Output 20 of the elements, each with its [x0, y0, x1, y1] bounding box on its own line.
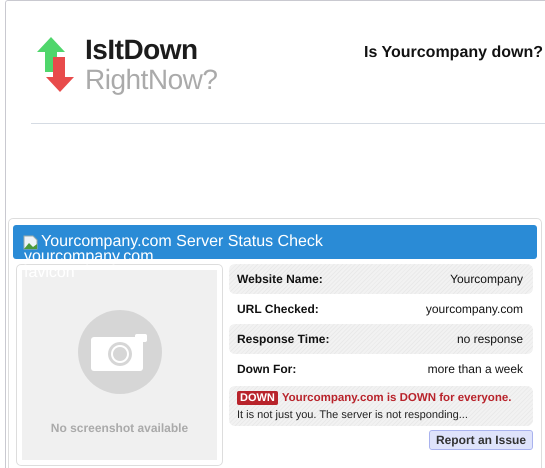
info-value: Yourcompany [450, 272, 523, 286]
camera-icon [78, 310, 162, 394]
logo-text: IsItDown [85, 35, 199, 65]
screenshot-caption: No screenshot available [50, 421, 188, 435]
page-title: Is Yourcompany down? [364, 44, 543, 62]
up-down-arrows-icon [35, 35, 77, 93]
info-label: Website Name: [237, 272, 323, 286]
broken-image-icon [23, 234, 38, 250]
logo-subtext: RightNow? [85, 65, 218, 95]
info-label: Down For: [237, 362, 296, 376]
status-headline: Yourcompany.com is DOWN for everyone. [282, 392, 512, 404]
card-title: Yourcompany.com Server Status Check [41, 233, 323, 251]
info-label: URL Checked: [237, 302, 319, 316]
status-badge: DOWN [237, 391, 278, 405]
info-value: yourcompany.com [426, 302, 523, 316]
info-value: no response [456, 332, 523, 346]
info-label: Response Time: [237, 332, 330, 346]
info-value: more than a week [428, 362, 523, 376]
report-button[interactable]: Report an Issue [428, 430, 533, 450]
status-detail: It is not just you. The server is not responding... [237, 409, 469, 421]
